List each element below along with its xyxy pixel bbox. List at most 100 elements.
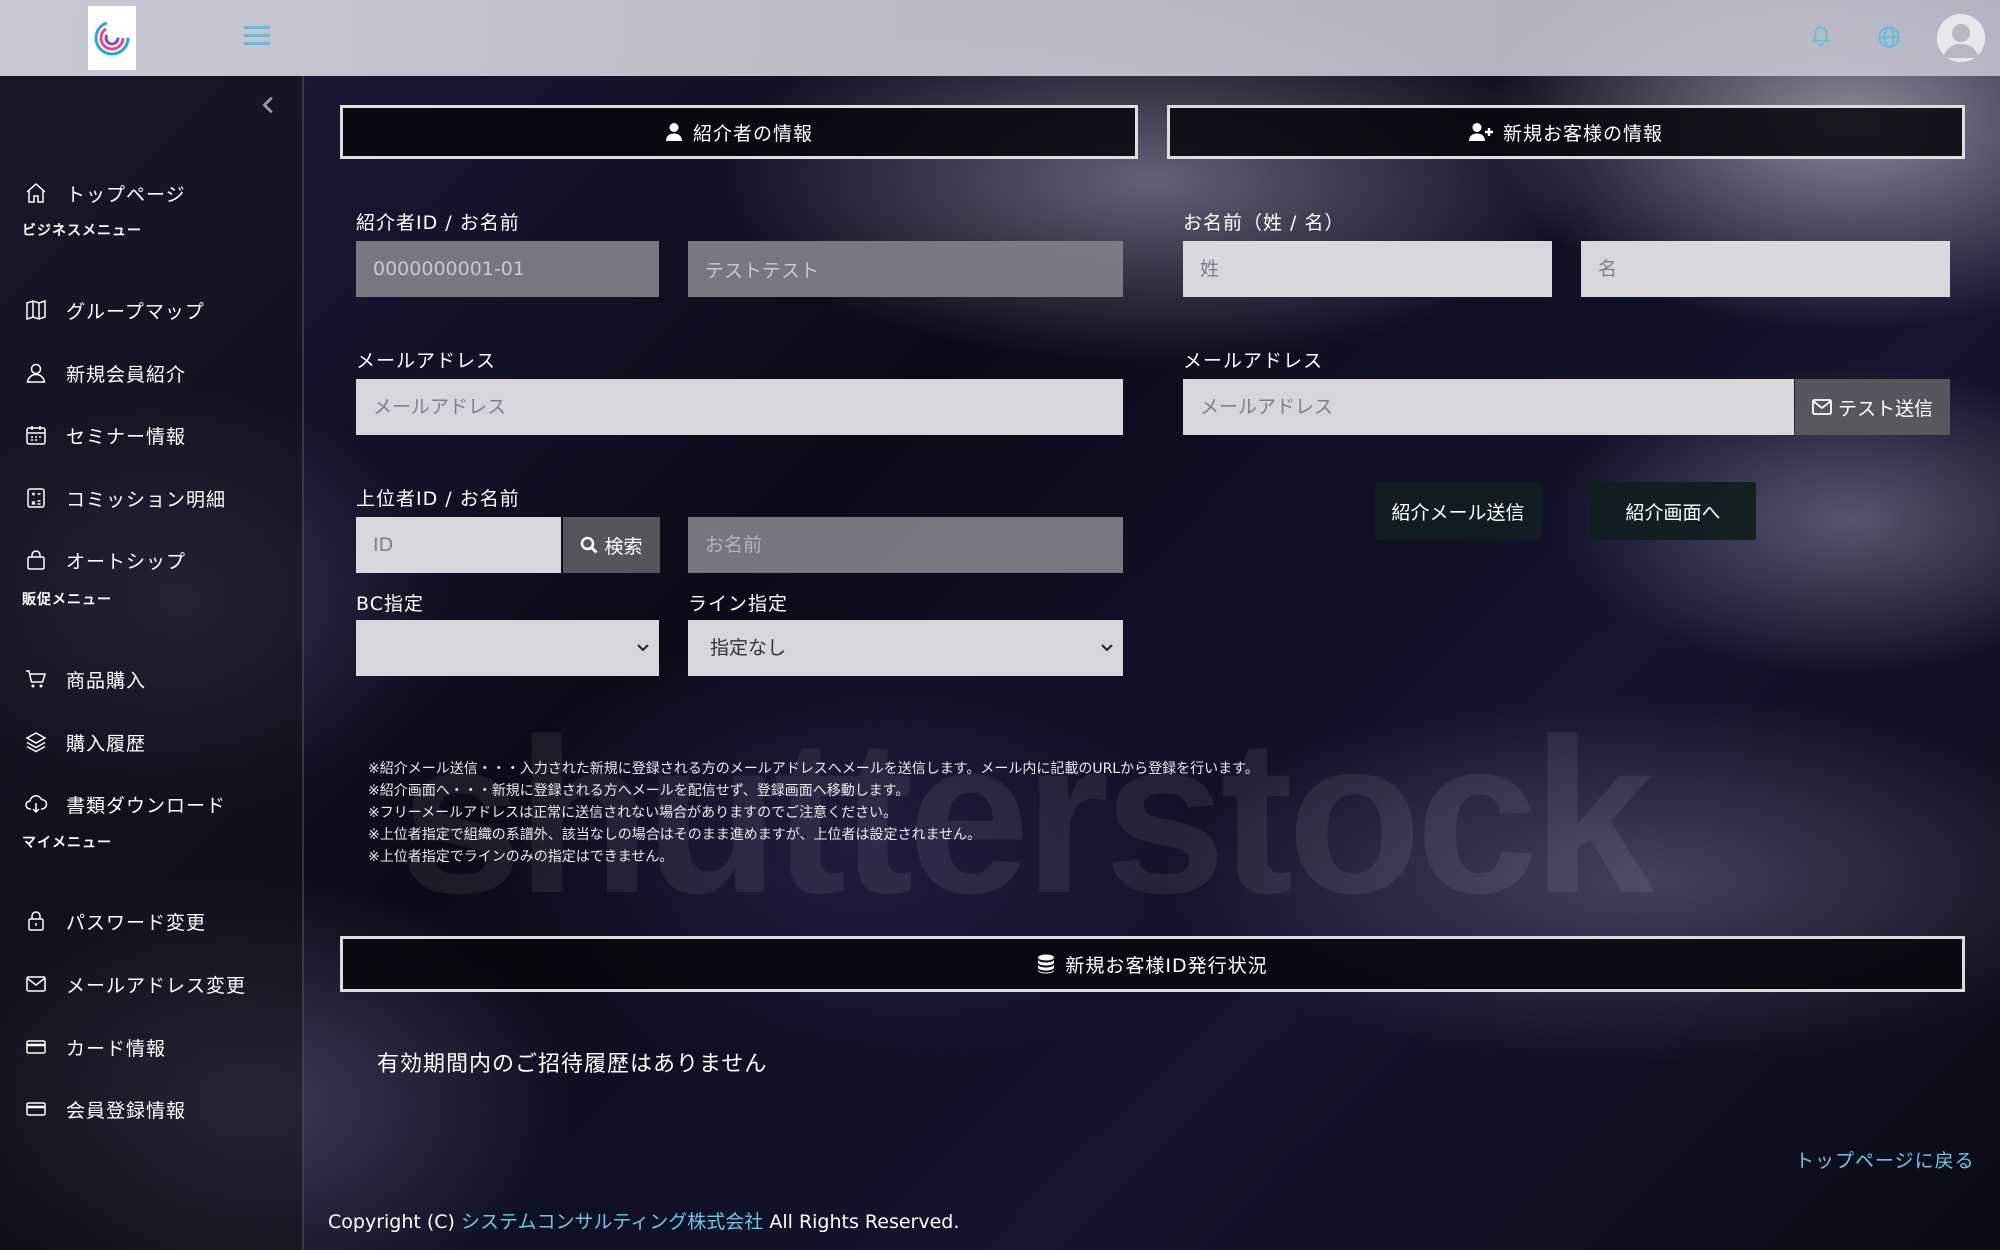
sidebar-section-business: ビジネスメニュー [22,223,142,239]
sidebar-item-label: グループマップ [66,300,205,323]
user-avatar-icon[interactable] [1937,14,1985,62]
map-icon [26,299,46,321]
layers-icon [25,732,47,753]
site-logo[interactable] [88,6,136,70]
sidebar-item-download[interactable]: 書類ダウンロード [0,781,300,827]
footer-prefix: Copyright (C) [328,1211,462,1233]
upline-search-button[interactable]: 検索 [563,517,660,573]
user-plus-icon [1468,123,1493,141]
sidebar-item-registration[interactable]: 会員登録情報 [0,1086,300,1132]
send-referral-mail-label: 紹介メール送信 [1391,501,1525,524]
sidebar-section-promo: 販促メニュー [22,592,112,608]
sidebar-item-commission[interactable]: コミッション明細 [0,475,300,521]
back-to-top-link[interactable]: トップページに戻る [1795,1146,1975,1173]
test-send-button[interactable]: テスト送信 [1795,379,1950,435]
first-name-input[interactable] [1581,241,1950,297]
calculator-icon [27,488,45,508]
to-referral-page-label: 紹介画面へ [1625,501,1721,524]
logo-icon [94,20,130,56]
sidebar-item-label: 会員登録情報 [66,1099,187,1122]
last-name-input[interactable] [1183,241,1552,297]
sidebar-item-seminar[interactable]: セミナー情報 [0,412,300,458]
referrer-id-name-label: 紹介者ID / お名前 [356,212,520,234]
search-icon [581,536,598,554]
sidebar-item-password[interactable]: パスワード変更 [0,898,300,944]
referrer-panel-title: 紹介者の情報 [692,122,813,145]
customer-name-label: お名前（姓 / 名） [1183,212,1345,234]
sidebar-item-label: 新規会員紹介 [66,363,187,386]
cart-icon [26,670,47,688]
sidebar-item-label: オートシップ [66,550,187,573]
note-item: ※上位者指定で組織の系譜外、該当なしの場合はそのまま進めますが、上位者は設定され… [368,827,982,843]
bc-label: BC指定 [356,593,424,615]
referrer-email-label: メールアドレス [356,350,497,372]
sidebar-item-purchase[interactable]: 商品購入 [0,656,300,702]
top-bar [0,0,2000,76]
card-icon [26,1102,46,1116]
note-item: ※フリーメールアドレスは正常に送信されない場合がありますのでご注意ください。 [368,805,898,821]
sidebar-item-label: カード情報 [66,1037,167,1060]
test-send-label: テスト送信 [1837,397,1933,420]
sidebar-item-label: 商品購入 [66,669,147,692]
credit-card-icon [26,1040,46,1054]
cloud-download-icon [25,795,48,814]
referrer-panel-header: 紹介者の情報 [340,105,1138,159]
sidebar-item-label: 購入履歴 [66,732,147,755]
send-referral-mail-button[interactable]: 紹介メール送信 [1375,482,1541,540]
footer-suffix: All Rights Reserved. [763,1211,960,1233]
sidebar-item-new-member[interactable]: 新規会員紹介 [0,350,300,396]
bag-icon [27,550,45,570]
upline-id-input[interactable] [356,517,561,573]
lock-icon [28,911,44,931]
sidebar-item-label: トップページ [66,183,186,206]
sidebar-section-my: マイメニュー [22,835,112,851]
customer-email-input[interactable] [1183,379,1794,435]
referrer-name-field[interactable] [688,241,1123,297]
note-item: ※上位者指定でラインのみの指定はできません。 [368,849,674,865]
note-item: ※紹介画面へ・・・新規に登録される方へメールを配信せず、登録画面へ移動します。 [368,783,910,799]
home-icon [26,182,46,203]
globe-icon[interactable] [1876,24,1902,50]
bell-icon[interactable] [1808,24,1834,50]
chevron-left-icon[interactable] [258,94,280,116]
notes-list: ※紹介メール送信・・・入力された新規に登録される方のメールアドレスへメールを送信… [368,758,1259,868]
sidebar-item-group-map[interactable]: グループマップ [0,287,300,333]
hamburger-icon[interactable] [244,26,270,46]
sidebar-item-autoship[interactable]: オートシップ [0,537,300,583]
status-panel-title: 新規お客様ID発行状況 [1065,954,1268,977]
note-item: ※紹介メール送信・・・入力された新規に登録される方のメールアドレスへメールを送信… [368,761,1259,777]
line-label: ライン指定 [688,593,789,615]
referrer-email-input[interactable] [356,379,1123,435]
bc-select[interactable] [356,620,659,676]
customer-panel-title: 新規お客様の情報 [1502,122,1663,145]
database-icon [1038,954,1055,974]
sidebar-item-label: メールアドレス変更 [66,974,247,997]
calendar-icon [26,426,46,445]
to-referral-page-button[interactable]: 紹介画面へ [1590,482,1756,540]
upline-id-name-label: 上位者ID / お名前 [356,488,520,510]
sidebar-item-label: セミナー情報 [66,425,187,448]
line-select[interactable]: 指定なし [688,620,1123,676]
sidebar-item-label: 書類ダウンロード [66,794,227,817]
footer-company-link[interactable]: システムコンサルティング株式会社 [461,1211,763,1233]
footer-copyright: Copyright (C) システムコンサルティング株式会社 All Right… [328,1207,959,1234]
mail-icon [1812,399,1832,415]
empty-history-message: 有効期間内のご招待履歴はありません [377,1052,768,1077]
customer-panel-header: 新規お客様の情報 [1167,105,1965,159]
search-button-label: 検索 [604,535,643,558]
referrer-id-field[interactable] [356,241,659,297]
sidebar-item-history[interactable]: 購入履歴 [0,719,300,765]
user-icon [26,363,46,383]
sidebar: トップページ ビジネスメニュー グループマップ 新規会員紹介 セミナー情報 コミ… [0,76,304,1250]
user-icon [665,123,682,141]
sidebar-item-card[interactable]: カード情報 [0,1024,300,1070]
mail-icon [26,976,46,992]
sidebar-item-label: パスワード変更 [66,911,207,934]
upline-name-field[interactable] [688,517,1123,573]
sidebar-item-label: コミッション明細 [66,488,227,511]
line-select-wrapper: 指定なし [688,620,1123,676]
sidebar-item-top-page[interactable]: トップページ [0,170,300,216]
sidebar-item-email-change[interactable]: メールアドレス変更 [0,961,300,1007]
customer-email-label: メールアドレス [1183,350,1324,372]
status-panel-header: 新規お客様ID発行状況 [340,936,1965,992]
